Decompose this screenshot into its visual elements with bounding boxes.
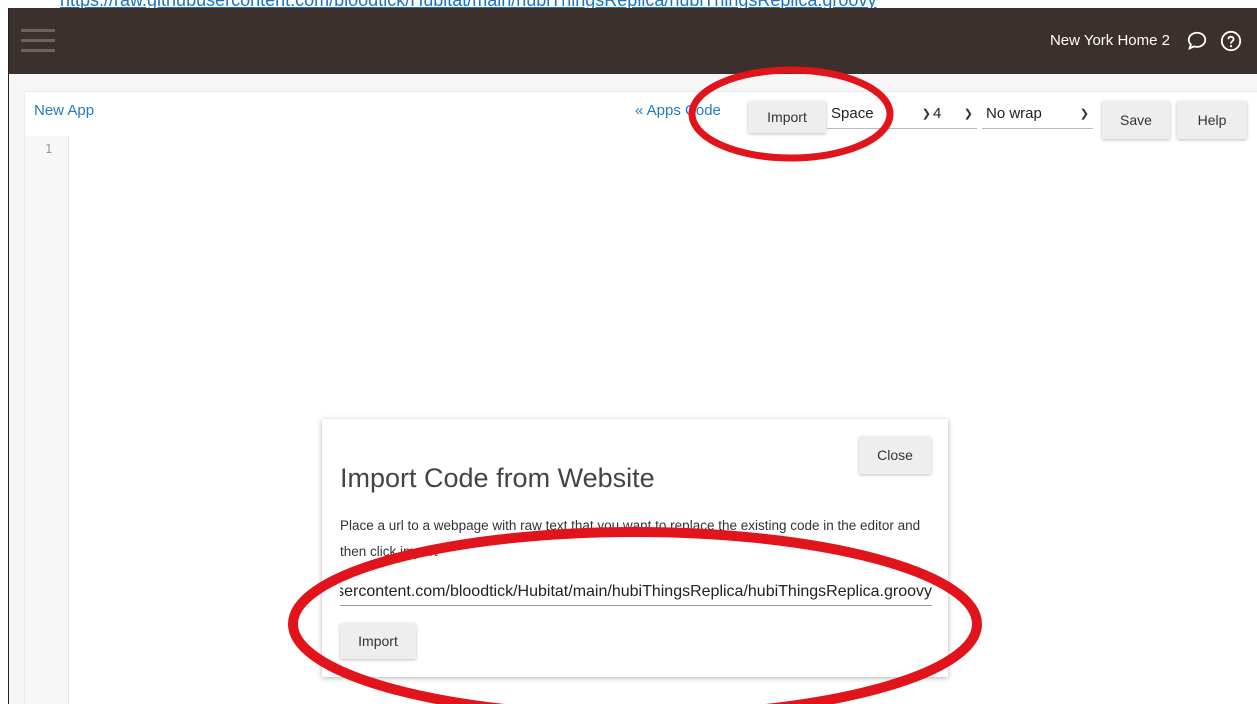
line-number: 1 xyxy=(45,142,53,156)
chevron-down-icon: ❯ xyxy=(1079,108,1089,120)
dialog-import-button[interactable]: Import xyxy=(340,623,416,659)
help-button[interactable]: Help xyxy=(1177,101,1247,139)
indent-size-select[interactable]: 4 ❯ xyxy=(929,99,977,129)
chat-bubble-icon[interactable] xyxy=(1186,30,1208,52)
app-title: New App xyxy=(34,102,95,119)
hub-name: New York Home 2 xyxy=(1049,32,1170,49)
chevron-down-icon: ❯ xyxy=(963,108,973,120)
save-button[interactable]: Save xyxy=(1102,101,1170,139)
dialog-title: Import Code from Website xyxy=(340,463,655,493)
import-dialog: Close Import Code from Website Place a u… xyxy=(322,419,948,677)
indent-type-value: Space xyxy=(831,105,874,122)
hamburger-menu-icon[interactable] xyxy=(21,29,55,53)
toolbar-import-button[interactable]: Import xyxy=(748,101,826,133)
url-input[interactable] xyxy=(340,579,932,606)
dialog-description: Place a url to a webpage with raw text t… xyxy=(340,518,921,559)
line-number-gutter: 1 xyxy=(25,136,69,704)
indent-size-value: 4 xyxy=(933,105,942,122)
top-bar: New York Home 2 xyxy=(9,8,1257,74)
indent-type-select[interactable]: Space ❯ xyxy=(827,99,935,129)
apps-code-link[interactable]: « Apps Code xyxy=(635,102,721,119)
wrap-mode-select[interactable]: No wrap ❯ xyxy=(982,99,1093,129)
wrap-mode-value: No wrap xyxy=(986,105,1042,122)
close-button[interactable]: Close xyxy=(859,436,931,474)
help-circle-icon[interactable] xyxy=(1220,30,1242,52)
